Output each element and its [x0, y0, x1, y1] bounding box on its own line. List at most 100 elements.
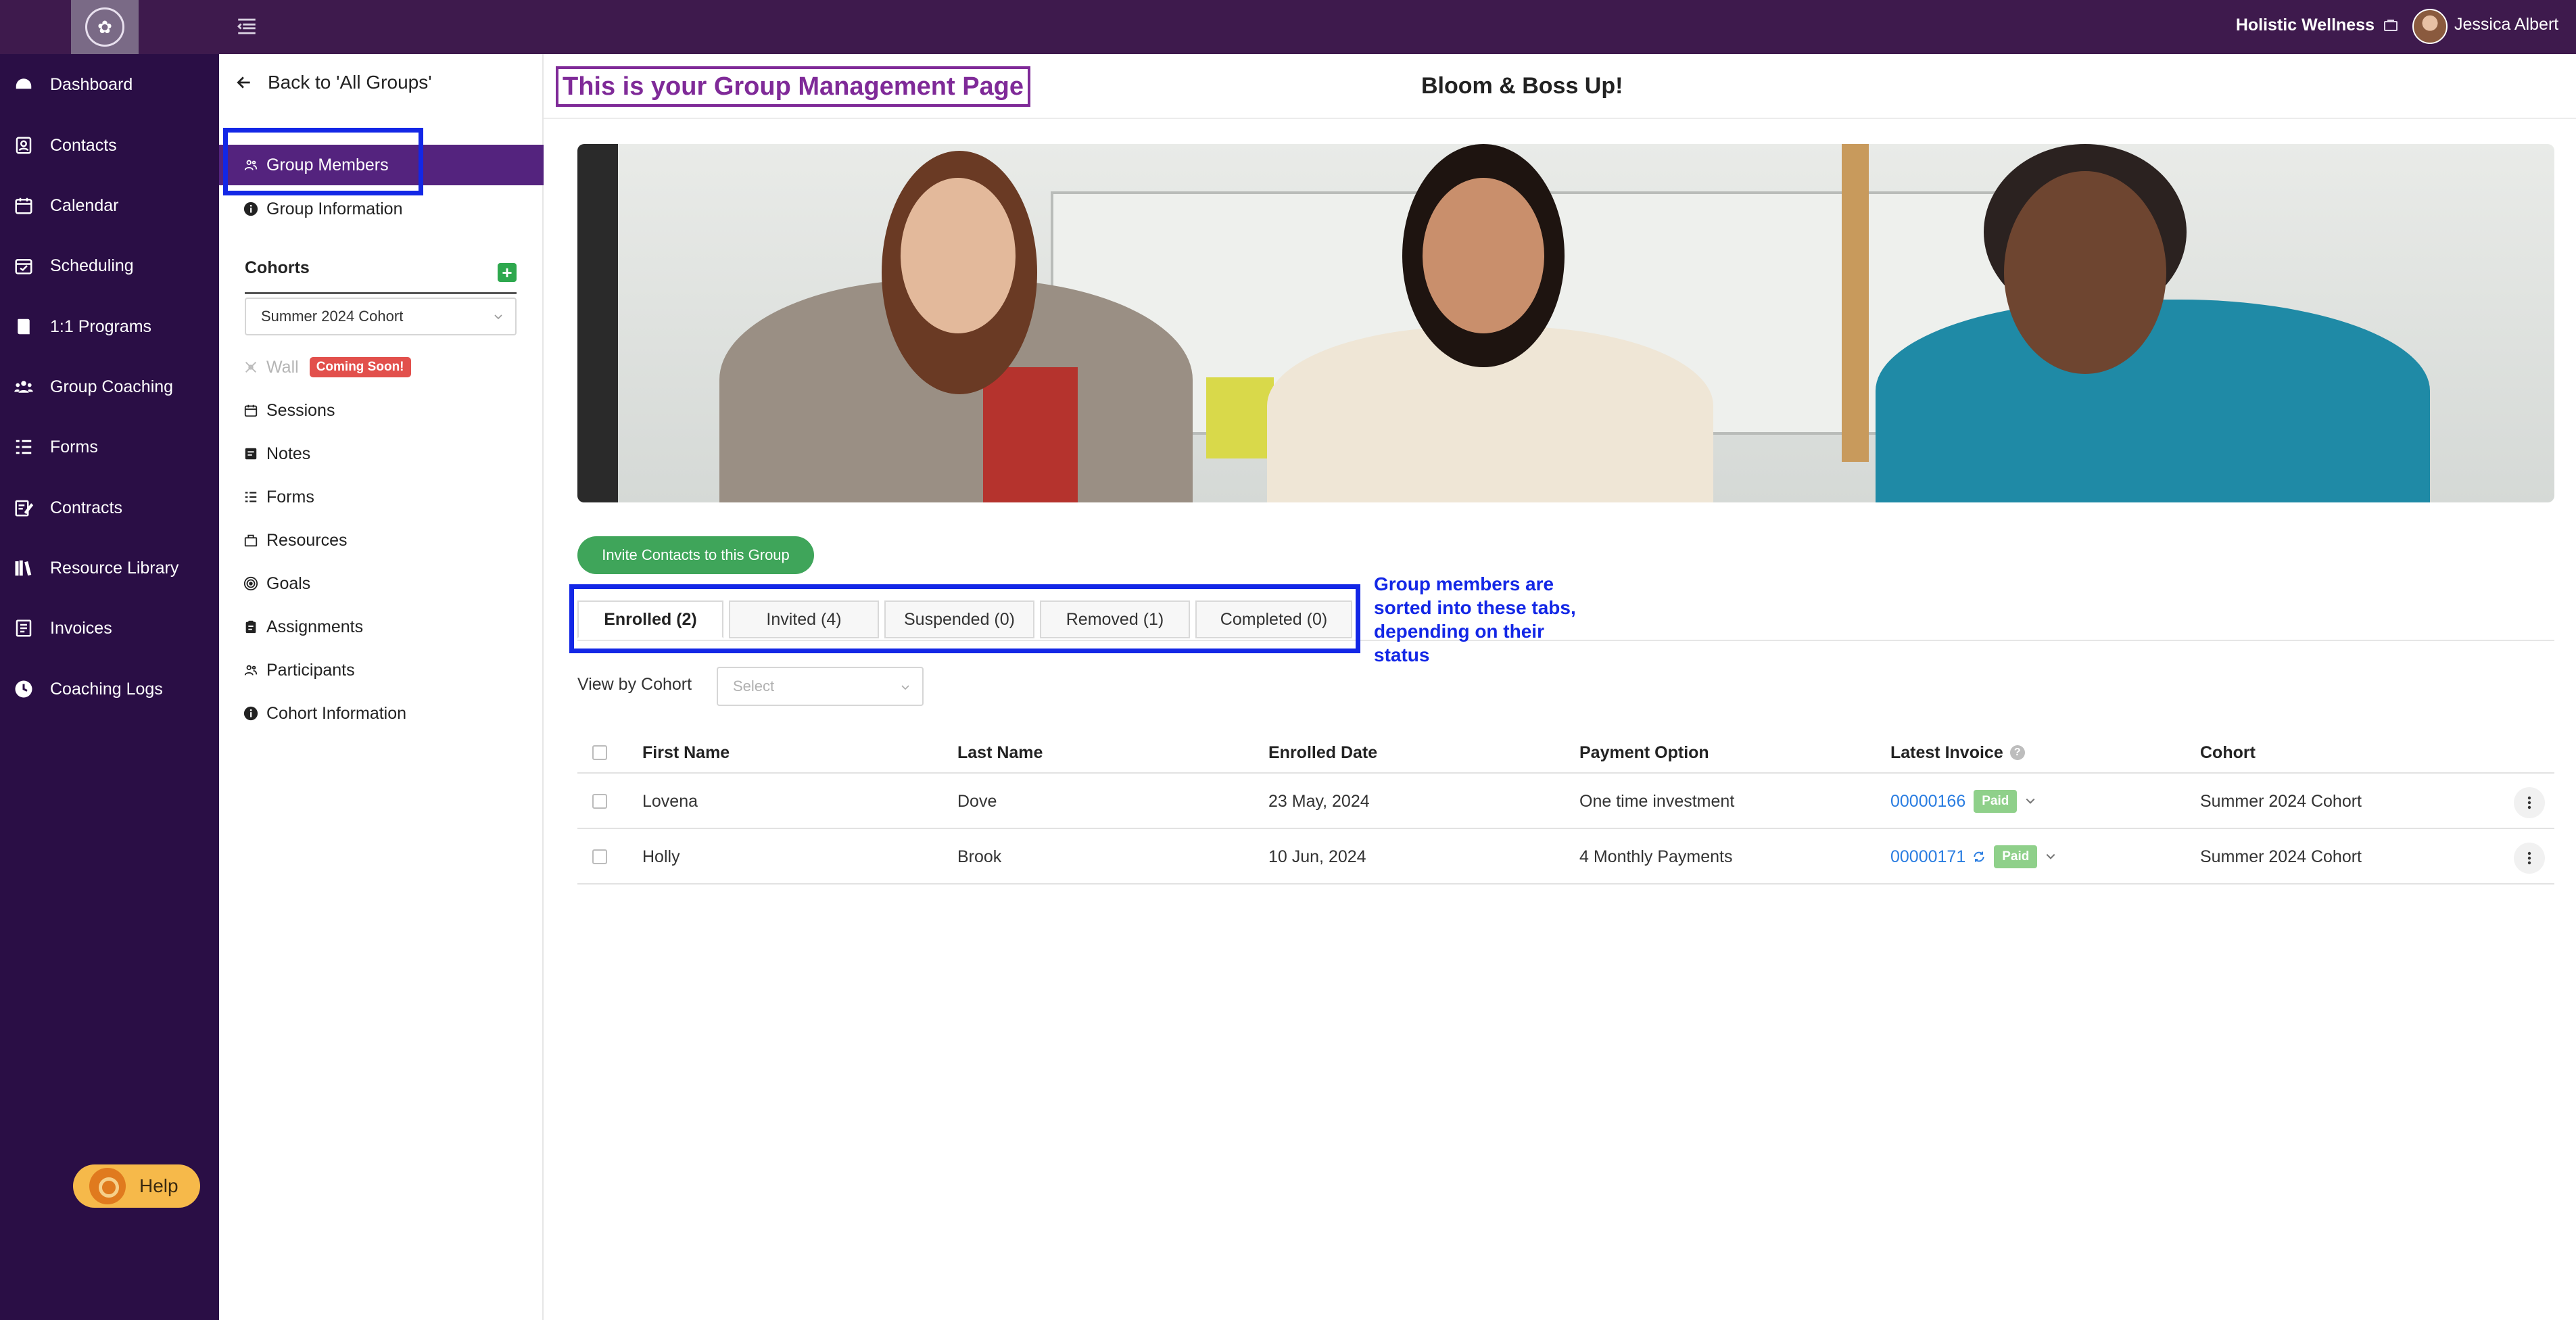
menu-toggle-icon[interactable] [235, 15, 258, 38]
row-checkbox[interactable] [592, 775, 607, 828]
col-payment-option[interactable]: Payment Option [1579, 733, 1709, 772]
nav-label: Resource Library [50, 558, 179, 578]
clipboard-icon [243, 619, 258, 634]
group-sidebar: Back to 'All Groups' Group Members Group… [219, 54, 544, 1320]
payment-option: 4 Monthly Payments [1579, 847, 1733, 866]
nav-label: Forms [50, 437, 98, 456]
sessions-icon [243, 403, 258, 418]
nav-label: 1:1 Programs [50, 316, 152, 336]
col-first-name[interactable]: First Name [642, 733, 730, 772]
nav-item-contacts[interactable]: Contacts [0, 125, 219, 166]
last-name: Dove [957, 791, 997, 811]
coaching-logs-icon [12, 678, 35, 701]
col-enrolled-date[interactable]: Enrolled Date [1268, 733, 1377, 772]
col-latest-invoice-label: Latest Invoice [1890, 742, 2003, 762]
latest-invoice: 00000171 Paid [1890, 830, 2056, 883]
back-to-groups-link[interactable]: Back to 'All Groups' [235, 72, 432, 93]
nav-item-resource-library[interactable]: Resource Library [0, 548, 219, 588]
nav-label: Scheduling [50, 256, 134, 275]
col-latest-invoice[interactable]: Latest Invoice ? [1890, 733, 2025, 772]
nav-item-group-coaching[interactable]: Group Coaching [0, 367, 219, 407]
first-name: Holly [642, 847, 680, 866]
sidebar-item-label: Participants [266, 660, 355, 680]
sidebar-item-label: Cohort Information [266, 703, 407, 723]
sidebar-item-label: Notes [266, 444, 311, 463]
sidebar-item-participants[interactable]: Participants [219, 650, 544, 690]
nav-label: Calendar [50, 195, 119, 215]
first-name: Lovena [642, 791, 698, 811]
row-checkbox[interactable] [592, 830, 607, 883]
cohort-select[interactable]: Summer 2024 Cohort [245, 298, 517, 335]
col-cohort[interactable]: Cohort [2200, 733, 2256, 772]
org-switch-icon[interactable] [2383, 18, 2399, 34]
forms-icon [243, 490, 258, 504]
dashboard-icon [12, 73, 35, 96]
logo-mark-icon: ✿ [85, 7, 124, 47]
sidebar-item-label: Forms [266, 487, 314, 506]
row-actions-button[interactable] [2514, 843, 2545, 874]
contracts-icon [12, 496, 35, 519]
nav-item-contracts[interactable]: Contracts [0, 488, 219, 528]
group-banner-image [577, 144, 2554, 502]
chevron-down-icon[interactable] [2025, 796, 2036, 807]
chevron-down-icon[interactable] [2045, 851, 2056, 862]
nav-label: Coaching Logs [50, 679, 163, 699]
nav-item-programs[interactable]: 1:1 Programs [0, 306, 219, 347]
invoice-link[interactable]: 00000166 [1890, 792, 1965, 811]
help-icon[interactable]: ? [2009, 745, 2025, 760]
sidebar-item-sessions[interactable]: Sessions [219, 390, 544, 431]
sidebar-item-goals[interactable]: Goals [219, 563, 544, 604]
wall-icon [243, 360, 258, 375]
resource-library-icon [12, 557, 35, 580]
nav-item-invoices[interactable]: Invoices [0, 608, 219, 649]
org-name[interactable]: Holistic Wellness [2236, 16, 2375, 35]
sidebar-item-resources[interactable]: Resources [219, 520, 544, 561]
col-last-name[interactable]: Last Name [957, 733, 1043, 772]
main-sidebar: Dashboard Contacts Calendar Scheduling 1… [0, 54, 219, 1320]
sidebar-item-label: Assignments [266, 617, 364, 636]
app-logo[interactable]: ✿ [71, 0, 139, 54]
view-by-cohort-select[interactable]: Select [717, 667, 924, 706]
nav-item-scheduling[interactable]: Scheduling [0, 245, 219, 286]
nav-item-calendar[interactable]: Calendar [0, 185, 219, 226]
nav-item-dashboard[interactable]: Dashboard [0, 64, 219, 105]
enrolled-date: 10 Jun, 2024 [1268, 847, 1366, 866]
row-actions-button[interactable] [2514, 787, 2545, 818]
sidebar-item-cohort-information[interactable]: Cohort Information [219, 693, 544, 734]
cohort-select-value: Summer 2024 Cohort [261, 308, 404, 325]
top-bar: ✿ Holistic Wellness Jessica Albert [0, 0, 2576, 54]
sidebar-item-label: Wall [266, 357, 299, 377]
annotation-highlight-tabs [569, 584, 1360, 653]
sidebar-item-forms[interactable]: Forms [219, 477, 544, 517]
add-cohort-button[interactable]: + [498, 262, 517, 283]
help-button[interactable]: Help [73, 1164, 200, 1208]
kebab-icon [2527, 796, 2531, 809]
invoices-icon [12, 617, 35, 640]
divider [245, 292, 517, 294]
sidebar-item-assignments[interactable]: Assignments [219, 607, 544, 647]
invoice-link[interactable]: 00000171 [1890, 847, 1965, 867]
avatar[interactable] [2412, 9, 2448, 44]
nav-item-forms[interactable]: Forms [0, 427, 219, 467]
nav-label: Dashboard [50, 74, 133, 94]
notes-icon [243, 446, 258, 461]
group-coaching-icon [12, 375, 35, 398]
latest-invoice: 00000166 Paid [1890, 775, 2036, 828]
annotation-highlight-members [223, 128, 423, 195]
lifebuoy-icon [89, 1168, 126, 1204]
view-select-placeholder: Select [733, 678, 775, 694]
sidebar-item-notes[interactable]: Notes [219, 433, 544, 474]
programs-icon [12, 315, 35, 338]
select-all-checkbox[interactable] [592, 733, 607, 772]
cohort: Summer 2024 Cohort [2200, 791, 2362, 811]
user-name[interactable]: Jessica Albert [2454, 15, 2576, 34]
nav-item-coaching-logs[interactable]: Coaching Logs [0, 669, 219, 709]
kebab-icon [2527, 851, 2531, 865]
view-by-cohort-label: View by Cohort [577, 675, 692, 694]
help-label: Help [139, 1175, 178, 1196]
arrow-left-icon [237, 76, 250, 89]
sidebar-item-label: Sessions [266, 400, 335, 420]
table-row: Lovena Dove 23 May, 2024 One time invest… [577, 775, 2554, 829]
cohorts-heading: Cohorts [245, 258, 310, 277]
invite-contacts-button[interactable]: Invite Contacts to this Group [577, 536, 814, 574]
